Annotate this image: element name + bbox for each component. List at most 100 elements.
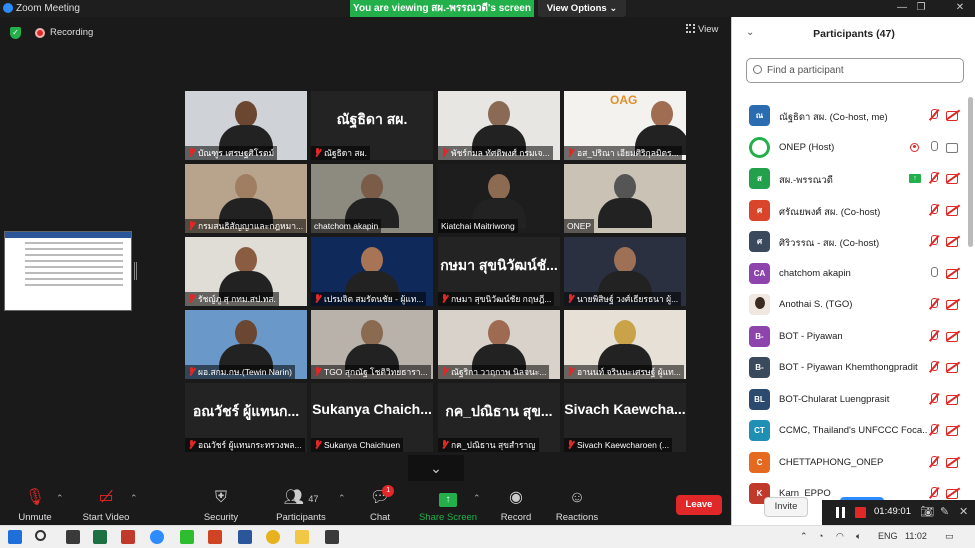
security-button[interactable]: ⛨ Security	[198, 487, 244, 523]
close-icon[interactable]: ✕	[959, 505, 968, 518]
video-tile[interactable]: อณวัชร์ ผู้แทนก... อณวัชร์ ผู้แทนกระทรวงพ…	[185, 383, 307, 452]
mic-muted-icon[interactable]	[927, 203, 941, 216]
video-off-icon[interactable]	[946, 172, 960, 184]
video-tile[interactable]: ณัฐริกา วาฤกาพ นิลจนะ...	[438, 310, 560, 379]
invite-button[interactable]: Invite	[764, 497, 808, 517]
mic-muted-icon[interactable]	[927, 392, 941, 405]
mic-icon[interactable]	[927, 266, 941, 279]
chrome-icon[interactable]	[266, 530, 280, 544]
excel-icon[interactable]	[93, 530, 107, 544]
video-off-icon[interactable]	[946, 424, 960, 436]
participant-row[interactable]: B- BOT - Piyawan	[732, 322, 968, 354]
participant-search-input[interactable]: Find a participant	[746, 58, 964, 83]
view-options-button[interactable]: View Options ⌄	[538, 0, 626, 17]
participant-list-scrollbar[interactable]	[968, 97, 973, 247]
view-button[interactable]: View	[686, 24, 718, 35]
participant-row[interactable]: Anothai S. (TGO)	[732, 290, 968, 322]
tray-chevron-icon[interactable]: ⌃	[800, 531, 808, 542]
video-off-icon[interactable]	[946, 235, 960, 247]
video-tile[interactable]: รัชญ์ภู สุ กทม.สป.ทส.	[185, 237, 307, 306]
video-tile[interactable]: ONEP	[564, 164, 686, 233]
participant-row[interactable]: ONEP (Host)	[732, 133, 968, 165]
participant-row[interactable]: ศ ศรัณยพงศ์ สผ. (Co-host)	[732, 196, 968, 228]
task-view-icon[interactable]	[66, 530, 80, 544]
participant-row[interactable]: CA chatchom akapin	[732, 259, 968, 291]
unmute-button[interactable]: 🎙︎ Unmute	[12, 487, 58, 523]
notification-icon[interactable]: ▭	[945, 531, 954, 542]
search-icon[interactable]	[35, 530, 46, 541]
video-off-icon[interactable]	[946, 204, 960, 216]
stop-recording-icon[interactable]	[855, 507, 866, 518]
camera-icon[interactable]: 📷︎	[920, 505, 934, 518]
security-shield-icon[interactable]: ✓	[10, 27, 21, 39]
line-icon[interactable]	[180, 530, 194, 544]
powerpoint-icon[interactable]	[208, 530, 222, 544]
video-icon[interactable]	[946, 141, 960, 153]
file-explorer-icon[interactable]	[295, 530, 309, 544]
network-icon[interactable]: ◔	[818, 531, 823, 541]
mic-muted-icon[interactable]	[927, 329, 941, 342]
mic-muted-icon[interactable]	[927, 298, 941, 310]
annotate-icon[interactable]: ✎	[940, 505, 949, 518]
pause-recording-icon[interactable]	[836, 507, 845, 518]
chat-button[interactable]: 💬︎ 1 Chat	[362, 485, 398, 523]
mic-icon[interactable]	[927, 140, 941, 153]
shared-screen-thumbnail[interactable]	[4, 231, 132, 311]
volume-icon[interactable]: 🔈︎	[856, 531, 861, 542]
start-video-button[interactable]: ▭̸ Start Video	[78, 487, 134, 523]
participant-row[interactable]: ณ ณัฐธิดา สผ. (Co-host, me)	[732, 101, 968, 133]
video-tile[interactable]: นายพิสิษฐ์ วงศ์เธียรธนา ผู้...	[564, 237, 686, 306]
participants-caret-icon[interactable]: ⌃	[338, 493, 346, 504]
video-off-icon[interactable]	[946, 267, 960, 279]
participant-row[interactable]: BL BOT-Chularat Luengprasit	[732, 385, 968, 417]
minimize-icon[interactable]: —	[895, 2, 909, 14]
participant-row[interactable]: C CHETTAPHONG_ONEP	[732, 448, 968, 480]
video-off-icon[interactable]	[946, 298, 960, 310]
share-options-caret-icon[interactable]: ⌃	[473, 493, 481, 504]
mic-muted-icon[interactable]	[927, 235, 941, 247]
acrobat-icon[interactable]	[121, 530, 135, 544]
video-tile[interactable]: พัชร์กมล ทัศดิพงศ์ กรมเจ...	[438, 91, 560, 160]
video-off-icon[interactable]	[946, 361, 960, 373]
word-icon[interactable]	[238, 530, 252, 544]
video-tile[interactable]: Sukanya Chaich... Sukanya Chaichuen	[311, 383, 433, 452]
video-off-icon[interactable]	[946, 393, 960, 405]
mic-muted-icon[interactable]	[927, 109, 941, 121]
clock-time[interactable]: 11:02	[905, 531, 927, 541]
leave-button[interactable]: Leave	[676, 495, 722, 515]
wifi-icon[interactable]: ◠	[836, 531, 844, 542]
chevron-down-icon[interactable]: ⌄	[408, 455, 464, 481]
mic-muted-icon[interactable]	[927, 361, 941, 373]
video-tile[interactable]: ณัฐธิดา สผ. ณัฐธิดา สผ.	[311, 91, 433, 160]
video-tile[interactable]: ผอ.สกม.กษ.(Tewin Narin)	[185, 310, 307, 379]
audio-options-caret-icon[interactable]: ⌃	[56, 493, 64, 504]
participant-row[interactable]: ศ ศิริวรรณ - สผ. (Co-host)	[732, 227, 968, 259]
video-tile[interactable]: OAG อส_ปริณา เอียมศิริกุลมิตร...	[564, 91, 686, 160]
mic-muted-icon[interactable]	[927, 455, 941, 468]
participants-button[interactable]: 👥︎ 47 Participants	[272, 487, 330, 523]
mic-muted-icon[interactable]	[927, 424, 941, 436]
video-tile[interactable]: กษมา สุขนิวัฒน์ชั... กษมา สุขนิวัฒน์ชัย ก…	[438, 237, 560, 306]
record-button[interactable]: ◉ Record	[496, 487, 536, 523]
mic-muted-icon[interactable]	[927, 172, 941, 184]
mic-muted-icon[interactable]	[927, 487, 941, 499]
share-screen-button[interactable]: ↑ Share Screen	[418, 487, 478, 523]
video-off-icon[interactable]	[946, 109, 960, 121]
reactions-button[interactable]: ☺ Reactions	[554, 487, 600, 523]
participant-row[interactable]: CT CCMC, Thailand's UNFCCC Foca...	[732, 416, 968, 448]
video-tile[interactable]: chatchom akapin	[311, 164, 433, 233]
video-off-icon[interactable]	[946, 456, 960, 468]
resize-handle[interactable]	[134, 262, 137, 280]
app-icon[interactable]	[325, 530, 339, 544]
video-tile[interactable]: เปรมจิต สมรัตนชัย - ผู้แท...	[311, 237, 433, 306]
windows-start-icon[interactable]	[8, 530, 22, 544]
video-tile[interactable]: TGO สุกณัฐ โชติวิทยธารา...	[311, 310, 433, 379]
video-options-caret-icon[interactable]: ⌃	[130, 493, 138, 504]
video-off-icon[interactable]	[946, 330, 960, 342]
close-icon[interactable]: ✕	[953, 2, 967, 14]
video-off-icon[interactable]	[946, 487, 960, 499]
video-tile[interactable]: อานนท์ จรินนะเศรษฐ์ ผู้แท...	[564, 310, 686, 379]
participant-row[interactable]: ส สผ.-พรรณวดี ↑	[732, 164, 968, 196]
video-tile[interactable]: Kiatchai Maitriwong	[438, 164, 560, 233]
video-tile[interactable]: บัณฑูร เศรษฐศิโรตม์	[185, 91, 307, 160]
